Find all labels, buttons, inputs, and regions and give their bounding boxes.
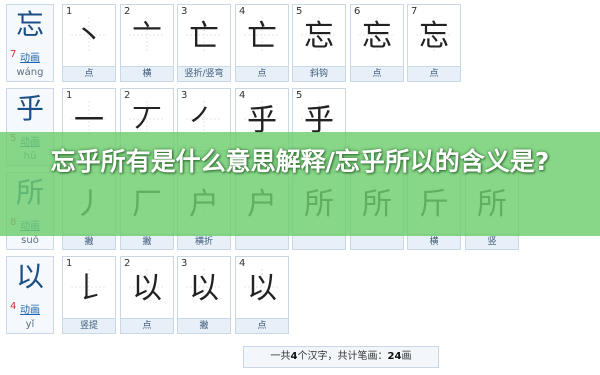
- stroke-glyph: 以: [127, 264, 167, 310]
- pinyin: yǐ: [25, 319, 35, 330]
- total-suffix: 画: [401, 351, 412, 362]
- glyph-text: 忘: [362, 19, 392, 54]
- stroke-name: 点: [63, 66, 115, 81]
- glyph-text: 𠄌: [74, 271, 104, 306]
- stroke-name: 横: [408, 234, 460, 249]
- stroke-box: 4以点: [235, 256, 289, 334]
- stroke-box: 1 𠄌 竖提: [62, 256, 116, 334]
- stroke-glyph: 忘: [414, 12, 454, 58]
- stroke-name: 点: [408, 66, 460, 81]
- stroke-name: [351, 234, 403, 249]
- char-glyph: 以: [15, 260, 44, 293]
- glyph-text: 亡: [247, 19, 277, 54]
- char-card-yi: 以 4 动画 yǐ: [6, 256, 54, 334]
- stroke-glyph: 亡: [242, 12, 282, 58]
- stroke-glyph: 忘: [357, 12, 397, 58]
- glyph-text: 忘: [304, 19, 334, 54]
- char-glyph: 忘: [15, 8, 44, 41]
- stroke-name: 撇: [121, 234, 173, 249]
- pinyin: wáng: [16, 67, 44, 78]
- stroke-name: 竖提: [63, 318, 115, 333]
- total-chars: 4: [290, 351, 298, 362]
- banner-title: 忘乎所有是什么意思解释/忘乎所以的含义是?: [50, 147, 550, 176]
- total-prefix: 一共: [270, 351, 291, 362]
- stroke-name: 点: [121, 318, 173, 333]
- glyph-text: 亠: [132, 19, 162, 54]
- stroke-name: 竖: [466, 234, 518, 249]
- stroke-count: 4: [10, 301, 17, 312]
- total-strokes: 24: [387, 351, 402, 362]
- stroke-box: 3 亡竖折/竖弯: [177, 4, 231, 82]
- stroke-glyph: 亠: [127, 12, 167, 58]
- stroke-name: 竖折/竖弯: [178, 66, 230, 81]
- glyph-text: 亡: [189, 19, 219, 54]
- animation-link[interactable]: 动画: [20, 301, 40, 316]
- glyph-text: 以: [247, 271, 277, 306]
- stroke-name: 点: [236, 318, 288, 333]
- pinyin: suǒ: [21, 235, 39, 246]
- stroke-name: 撇: [63, 234, 115, 249]
- stroke-glyph: 𠄌: [69, 264, 109, 310]
- stroke-name: 横折: [178, 234, 230, 249]
- stroke-name: 撇: [178, 318, 230, 333]
- stroke-name: [236, 234, 288, 249]
- stroke-name: 点: [351, 66, 403, 81]
- stroke-name: 斜钩: [293, 66, 345, 81]
- stroke-box: 2以点: [120, 256, 174, 334]
- glyph-text: 以: [132, 271, 162, 306]
- glyph-text: 以: [189, 271, 219, 306]
- stroke-box: 2亠横: [120, 4, 174, 82]
- stroke-name: 横: [121, 66, 173, 81]
- char-card-wang: 忘 7 动画 wáng: [6, 4, 54, 82]
- stroke-glyph: 以: [242, 264, 282, 310]
- stroke-box: 6忘点: [350, 4, 404, 82]
- stroke-glyph: 忘: [299, 12, 339, 58]
- stroke-name: 点: [236, 66, 288, 81]
- char-glyph: 乎: [15, 92, 44, 125]
- glyph-text: 丶: [74, 19, 104, 54]
- stroke-glyph: 丶: [69, 12, 109, 58]
- stroke-name: [293, 234, 345, 249]
- glyph-text: 忘: [419, 19, 449, 54]
- stroke-box: 5 忘斜钩: [292, 4, 346, 82]
- stroke-box: 1丶点: [62, 4, 116, 82]
- stroke-box: 3以撇: [177, 256, 231, 334]
- stroke-glyph: 亡: [184, 12, 224, 58]
- animation-link[interactable]: 动画: [20, 49, 40, 64]
- stroke-glyph: 以: [184, 264, 224, 310]
- stroke-count: 7: [10, 49, 17, 60]
- total-summary: 一共4个汉字，共计笔画：24画: [243, 346, 439, 368]
- stroke-box: 7忘点: [407, 4, 461, 82]
- stroke-box: 4亡点: [235, 4, 289, 82]
- total-mid: 个汉字，共计笔画：: [297, 351, 388, 362]
